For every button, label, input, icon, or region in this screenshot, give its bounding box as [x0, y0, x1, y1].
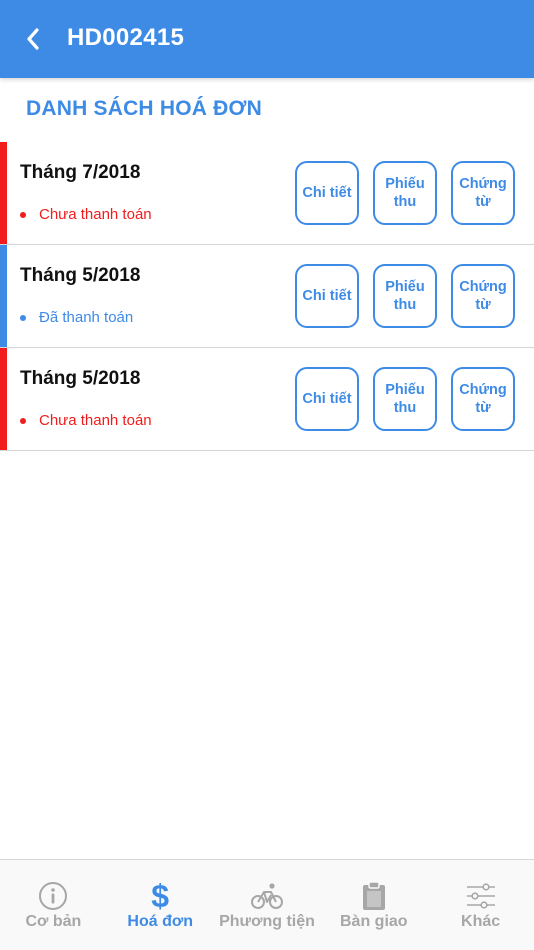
status-dot-icon — [20, 417, 26, 424]
tab-label: Phương tiện — [219, 913, 315, 930]
tab-vehicles[interactable]: Phương tiện — [214, 860, 321, 950]
action-buttons: Chi tiết Phiếu thu Chứng từ — [295, 367, 515, 431]
status-stripe — [0, 142, 7, 244]
receipt-button[interactable]: Phiếu thu — [373, 264, 437, 328]
chevron-left-icon — [27, 28, 39, 50]
status-badge: Đã thanh toán — [20, 309, 133, 326]
status-dot-icon — [20, 314, 26, 321]
invoice-row: Tháng 7/2018 Chưa thanh toán Chi tiết Ph… — [0, 142, 534, 245]
receipt-button[interactable]: Phiếu thu — [373, 161, 437, 225]
tab-label: Bàn giao — [340, 913, 408, 930]
back-button[interactable] — [18, 22, 48, 56]
tab-handover[interactable]: Bàn giao — [320, 860, 427, 950]
invoice-month: Tháng 5/2018 — [20, 368, 141, 389]
status-text: Đã thanh toán — [39, 309, 134, 326]
clipboard-icon — [358, 881, 390, 911]
tab-other[interactable]: Khác — [427, 860, 534, 950]
voucher-button[interactable]: Chứng từ — [451, 161, 515, 225]
info-icon — [37, 881, 69, 911]
voucher-button[interactable]: Chứng từ — [451, 367, 515, 431]
invoice-row: Tháng 5/2018 Chưa thanh toán Chi tiết Ph… — [0, 348, 534, 451]
tab-basic[interactable]: Cơ bản — [0, 860, 107, 950]
bottom-tab-bar: Cơ bản $ Hoá đơn Phương tiện Bàn giao Kh… — [0, 859, 534, 950]
invoice-month: Tháng 7/2018 — [20, 162, 141, 183]
detail-button[interactable]: Chi tiết — [295, 161, 359, 225]
status-stripe — [0, 245, 7, 347]
receipt-button[interactable]: Phiếu thu — [373, 367, 437, 431]
app-header: HD002415 — [0, 0, 534, 78]
status-text: Chưa thanh toán — [39, 206, 152, 223]
status-text: Chưa thanh toán — [39, 412, 152, 429]
voucher-button[interactable]: Chứng từ — [451, 264, 515, 328]
bicycle-icon — [250, 881, 283, 911]
invoice-month: Tháng 5/2018 — [20, 265, 141, 286]
action-buttons: Chi tiết Phiếu thu Chứng từ — [295, 264, 515, 328]
section-title: DANH SÁCH HOÁ ĐƠN — [26, 97, 262, 120]
page-title: HD002415 — [67, 24, 185, 51]
tab-invoices[interactable]: $ Hoá đơn — [107, 860, 214, 950]
invoice-row: Tháng 5/2018 Đã thanh toán Chi tiết Phiế… — [0, 245, 534, 348]
status-badge: Chưa thanh toán — [20, 412, 152, 429]
detail-button[interactable]: Chi tiết — [295, 264, 359, 328]
status-badge: Chưa thanh toán — [20, 206, 152, 223]
detail-button[interactable]: Chi tiết — [295, 367, 359, 431]
invoice-list: Tháng 7/2018 Chưa thanh toán Chi tiết Ph… — [0, 142, 534, 451]
tab-label: Khác — [461, 913, 501, 930]
sliders-icon — [465, 881, 497, 911]
status-stripe — [0, 348, 7, 450]
dollar-icon: $ — [151, 878, 170, 914]
tab-label: Hoá đơn — [127, 913, 193, 930]
status-dot-icon — [20, 211, 26, 218]
action-buttons: Chi tiết Phiếu thu Chứng từ — [295, 161, 515, 225]
tab-label: Cơ bản — [25, 913, 82, 930]
